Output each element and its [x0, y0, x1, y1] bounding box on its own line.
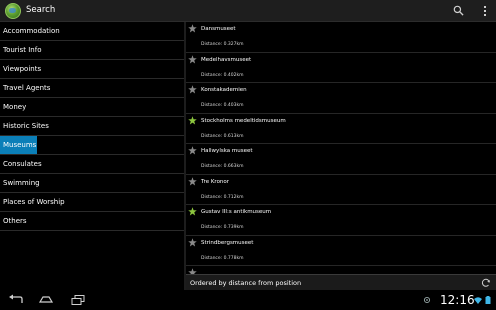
museum-distance: Distance: 0.327km	[201, 42, 244, 47]
overflow-menu-icon[interactable]	[482, 5, 488, 17]
museum-distance: Distance: 0.712km	[201, 194, 244, 200]
museum-name: Hallwylska museet	[201, 148, 253, 154]
category-item-tourist-info[interactable]: Tourist Info	[0, 41, 184, 60]
museum-distance: Distance: 0.403km	[201, 103, 244, 108]
museum-distance: Distance: 0.402km	[201, 72, 244, 78]
category-item-museums[interactable]: Museums	[0, 136, 184, 155]
refresh-icon[interactable]	[481, 278, 491, 288]
globe-icon[interactable]	[5, 3, 21, 19]
category-label: Others	[3, 217, 27, 225]
category-label: Places of Worship	[3, 198, 65, 206]
museum-name: Gustav III:s antikmuseum	[201, 209, 272, 215]
museum-list-item[interactable]: Stockholms medeltidsmuseum Distance: 0.61…	[186, 114, 496, 144]
museum-list-item[interactable]	[186, 266, 496, 274]
clock: 12:16	[440, 293, 475, 307]
star-icon[interactable]	[188, 237, 197, 247]
action-bar-title: Search	[26, 5, 56, 15]
sort-order-bar: Ordered by distance from position	[186, 274, 496, 290]
system-nav-bar: 12:16	[0, 290, 496, 310]
category-label: Viewpoints	[3, 65, 42, 73]
category-label: Tourist Info	[3, 46, 42, 54]
category-label: Swimming	[3, 179, 40, 187]
sort-order-label: Ordered by distance from position	[190, 279, 302, 287]
category-item-viewpoints[interactable]: Viewpoints	[0, 60, 184, 79]
star-icon[interactable]	[188, 176, 197, 186]
museum-distance: Distance: 0.739km	[201, 225, 244, 230]
back-icon[interactable]	[8, 294, 24, 306]
star-icon[interactable]	[188, 24, 197, 33]
category-item-accommodation[interactable]: Accommodation	[0, 22, 184, 41]
home-icon[interactable]	[38, 294, 54, 306]
category-label: Money	[3, 103, 27, 111]
recent-apps-icon[interactable]	[70, 294, 86, 306]
museum-list-item[interactable]: Medelhavsmuseet Distance: 0.402km	[186, 53, 496, 83]
museum-list-item[interactable]: Gustav III:s antikmuseum Distance: 0.739k…	[186, 205, 496, 236]
category-item-swimming[interactable]: Swimming	[0, 174, 184, 193]
category-item-historic-sites[interactable]: Historic Sites	[0, 117, 184, 136]
gps-icon	[423, 296, 431, 304]
category-item-consulates[interactable]: Consulates	[0, 155, 184, 174]
category-item-places-of-worship[interactable]: Places of Worship	[0, 193, 184, 212]
wifi-icon	[474, 297, 482, 304]
category-label: Travel Agents	[3, 84, 51, 92]
museum-distance: Distance: 0.778km	[201, 255, 244, 261]
category-label: Historic Sites	[3, 122, 49, 130]
museum-name: Medelhavsmuseet	[201, 56, 252, 63]
star-icon[interactable]	[188, 85, 197, 94]
museum-name: Strindbergsmuseet	[201, 239, 254, 246]
star-icon[interactable]	[188, 146, 197, 155]
museum-list-item[interactable]: Dansmuseet Distance: 0.327km	[186, 22, 496, 53]
action-bar: Search	[0, 0, 496, 22]
category-label: Museums	[3, 141, 37, 149]
museum-name: Stockholms medeltidsmuseum	[201, 117, 286, 124]
museum-distance: Distance: 0.663km	[201, 164, 244, 169]
favorite-star-icon[interactable]	[188, 207, 197, 216]
star-icon[interactable]	[188, 54, 197, 64]
museum-name: Konstakademien	[201, 87, 247, 93]
battery-icon	[485, 296, 491, 304]
category-item-travel-agents[interactable]: Travel Agents	[0, 79, 184, 98]
museum-list-item[interactable]: Hallwylska museet Distance: 0.663km	[186, 144, 496, 175]
museum-list-item[interactable]: Konstakademien Distance: 0.403km	[186, 83, 496, 114]
museum-list-item[interactable]: Tre Kronor Distance: 0.712km	[186, 175, 496, 205]
favorite-star-icon[interactable]	[188, 115, 197, 125]
museum-list[interactable]: Dansmuseet Distance: 0.327km Medelhavsmuse…	[186, 22, 496, 274]
category-item-others[interactable]: Others	[0, 212, 184, 231]
category-item-money[interactable]: Money	[0, 98, 184, 117]
category-list: Accommodation Tourist Info Viewpoints Trave…	[0, 22, 184, 290]
museum-name: Dansmuseet	[201, 26, 236, 32]
museum-name: Tre Kronor	[201, 178, 230, 185]
search-icon[interactable]	[453, 5, 464, 16]
museum-list-item[interactable]: Strindbergsmuseet Distance: 0.778km	[186, 236, 496, 266]
museum-distance: Distance: 0.613km	[201, 133, 244, 139]
category-label: Accommodation	[3, 27, 60, 35]
category-label: Consulates	[3, 160, 42, 168]
